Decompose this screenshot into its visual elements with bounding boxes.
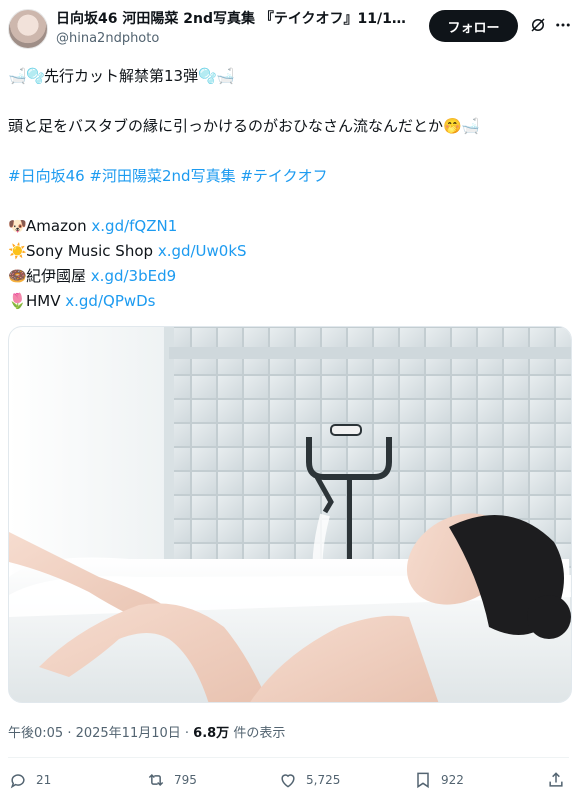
- author-display-name[interactable]: 日向坂46 河田陽菜 2nd写真集 『テイクオフ』11/1…: [56, 10, 416, 29]
- shop-item-amazon: 🐶Amazon x.gd/fQZN1: [8, 214, 568, 239]
- like-button[interactable]: 5,725: [278, 770, 340, 790]
- share-button[interactable]: [546, 770, 566, 790]
- donut-icon: 🍩: [8, 267, 27, 285]
- repost-icon: [148, 773, 164, 787]
- reply-count: 21: [36, 773, 52, 787]
- sun-icon: ☀️: [8, 242, 27, 260]
- post-photo[interactable]: [8, 326, 572, 703]
- author-avatar[interactable]: [8, 9, 48, 49]
- author-info: 日向坂46 河田陽菜 2nd写真集 『テイクオフ』11/1… @hina2ndp…: [56, 10, 416, 48]
- reply-icon: [10, 774, 25, 789]
- shop-link[interactable]: x.gd/QPwDs: [65, 292, 155, 310]
- dog-icon: 🐶: [8, 217, 27, 235]
- like-count: 5,725: [306, 773, 341, 787]
- shop-link[interactable]: x.gd/fQZN1: [91, 217, 177, 235]
- bookmark-count: 922: [441, 773, 464, 787]
- bathtub-icon: 🛁: [461, 117, 480, 135]
- heart-icon: [281, 774, 295, 788]
- reply-button[interactable]: 21: [8, 770, 51, 790]
- post-header: 日向坂46 河田陽菜 2nd写真集 『テイクオフ』11/1… @hina2ndp…: [8, 8, 572, 52]
- more-options-icon[interactable]: [554, 16, 572, 34]
- bathtub-scene-image: [9, 327, 571, 702]
- bathtub-icon: 🛁: [8, 67, 27, 85]
- bubbles-icon: 🫧: [198, 67, 217, 85]
- text-line-2: 頭と足をバスタブの縁に引っかけるのがおひなさん流なんだとか🤭🛁: [8, 114, 568, 139]
- grok-icon[interactable]: [529, 16, 547, 34]
- hashtags[interactable]: #日向坂46 #河田陽菜2nd写真集 #テイクオフ: [8, 164, 568, 189]
- share-icon: [549, 772, 563, 787]
- view-count: 6.8万: [193, 726, 230, 741]
- author-handle[interactable]: @hina2ndphoto: [56, 29, 416, 48]
- shop-link[interactable]: x.gd/Uw0kS: [158, 242, 247, 260]
- shop-link[interactable]: x.gd/3bEd9: [91, 267, 176, 285]
- repost-button[interactable]: 795: [146, 770, 197, 790]
- post-text: 🛁🫧先行カット解禁第13弾🫧🛁 頭と足をバスタブの縁に引っかけるのがおひなさん流…: [8, 64, 568, 314]
- tulip-icon: 🌷: [8, 292, 27, 310]
- shushing-face-icon: 🤭: [443, 117, 462, 135]
- bathtub-icon: 🛁: [216, 67, 235, 85]
- shop-item-hmv: 🌷HMV x.gd/QPwDs: [8, 289, 568, 314]
- post-meta: 午後0:05 · 2025年11月10日 · 6.8万 件の表示: [8, 722, 285, 741]
- repost-count: 795: [174, 773, 197, 787]
- follow-button[interactable]: フォロー: [429, 10, 518, 42]
- action-bar: 21 795 5,725 922: [8, 770, 569, 796]
- bookmark-icon: [417, 772, 429, 789]
- divider: [8, 757, 569, 758]
- bookmark-button[interactable]: 922: [413, 770, 464, 790]
- post-timestamp[interactable]: 午後0:05 · 2025年11月10日 ·: [8, 726, 193, 741]
- bubbles-icon: 🫧: [26, 67, 45, 85]
- shop-item-kinokuniya: 🍩紀伊國屋 x.gd/3bEd9: [8, 264, 568, 289]
- text-line-1: 🛁🫧先行カット解禁第13弾🫧🛁: [8, 64, 568, 89]
- shop-item-sony: ☀️Sony Music Shop x.gd/Uw0kS: [8, 239, 568, 264]
- view-count-suffix: 件の表示: [229, 726, 286, 741]
